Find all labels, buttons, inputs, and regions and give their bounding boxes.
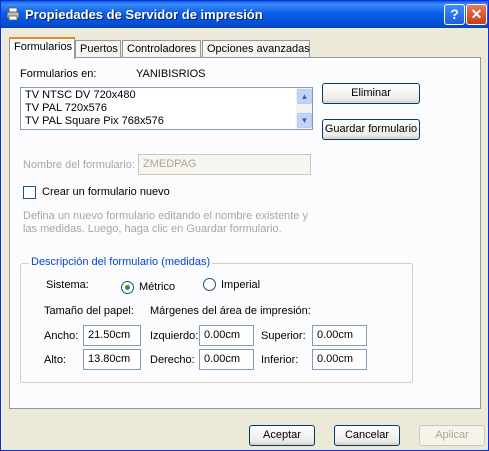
top-margin-field[interactable]: 0.00cm	[312, 325, 367, 346]
print-server-properties-dialog: Propiedades de Servidor de impresión ? ✕…	[0, 0, 489, 451]
forms-listbox[interactable]: TV NTSC DV 720x480 TV PAL 720x576 TV PAL…	[20, 87, 313, 130]
width-label: Ancho:	[44, 330, 79, 342]
paper-size-label: Tamaño del papel:	[44, 305, 134, 317]
list-item[interactable]: TV PAL Square Pix 768x576	[25, 115, 164, 127]
width-field[interactable]: 21.50cm	[83, 325, 141, 346]
scroll-up-icon[interactable]: ▲	[297, 89, 312, 104]
height-field[interactable]: 13.80cm	[83, 349, 141, 370]
save-form-button[interactable]: Guardar formulario	[322, 119, 420, 140]
help-icon: ?	[450, 6, 459, 22]
hint-line-1: Defina un nuevo formulario editando el n…	[23, 210, 308, 222]
server-name: YANIBISRIOS	[136, 68, 206, 80]
close-icon: ✕	[470, 6, 483, 22]
title-bar[interactable]: Propiedades de Servidor de impresión ? ✕	[1, 1, 488, 28]
tab-label: Puertos	[80, 43, 118, 55]
system-label: Sistema:	[46, 279, 89, 291]
tab-label: Formularios	[14, 41, 73, 53]
forms-on-label: Formularios en:	[20, 68, 97, 80]
form-name-label: Nombre del formulario:	[23, 159, 135, 171]
delete-button[interactable]: Eliminar	[322, 83, 420, 104]
bottom-margin-field[interactable]: 0.00cm	[312, 349, 367, 370]
list-item[interactable]: TV PAL 720x576	[25, 102, 107, 114]
help-button[interactable]: ?	[444, 4, 465, 25]
close-button[interactable]: ✕	[466, 4, 487, 25]
right-margin-field[interactable]: 0.00cm	[199, 349, 254, 370]
create-new-form-label[interactable]: Crear un formulario nuevo	[42, 186, 170, 198]
list-scrollbar[interactable]: ▲ ▼	[296, 88, 312, 129]
right-margin-label: Derecho:	[150, 354, 195, 366]
metric-radio[interactable]	[121, 281, 134, 294]
tab-opciones-avanzadas[interactable]: Opciones avanzadas	[202, 40, 310, 58]
tab-puertos[interactable]: Puertos	[75, 40, 121, 58]
cancel-button[interactable]: Cancelar	[334, 425, 400, 446]
tab-controladores[interactable]: Controladores	[122, 40, 201, 58]
height-label: Alto:	[44, 354, 67, 366]
scroll-down-icon[interactable]: ▼	[297, 113, 312, 128]
radio-selected-dot	[125, 285, 130, 290]
bottom-margin-label: Inferior:	[261, 354, 299, 366]
formularios-panel: Formularios en: YANIBISRIOS TV NTSC DV 7…	[9, 57, 481, 409]
margins-label: Márgenes del área de impresión:	[150, 305, 311, 317]
form-name-field[interactable]: ZMEDPAG	[138, 154, 311, 175]
imperial-label[interactable]: Imperial	[221, 279, 260, 291]
hint-line-2: las medidas. Luego, haga clic en Guardar…	[23, 223, 282, 235]
printer-icon	[6, 7, 20, 21]
imperial-radio[interactable]	[203, 278, 216, 291]
window-title: Propiedades de Servidor de impresión	[25, 7, 263, 22]
create-new-form-checkbox[interactable]	[23, 186, 36, 199]
measurements-groupbox: Descripción del formulario (medidas) Sis…	[20, 256, 413, 383]
tab-formularios[interactable]: Formularios	[9, 37, 75, 59]
left-margin-field[interactable]: 0.00cm	[199, 325, 254, 346]
top-margin-label: Superior:	[261, 330, 306, 342]
tab-label: Controladores	[127, 43, 197, 55]
metric-label[interactable]: Métrico	[139, 281, 175, 293]
left-margin-label: Izquierdo:	[150, 330, 199, 342]
measurements-title: Descripción del formulario (medidas)	[29, 256, 213, 268]
list-item[interactable]: TV NTSC DV 720x480	[25, 89, 136, 101]
apply-button[interactable]: Aplicar	[419, 425, 485, 446]
tab-label: Opciones avanzadas	[207, 43, 310, 55]
ok-button[interactable]: Aceptar	[249, 425, 315, 446]
